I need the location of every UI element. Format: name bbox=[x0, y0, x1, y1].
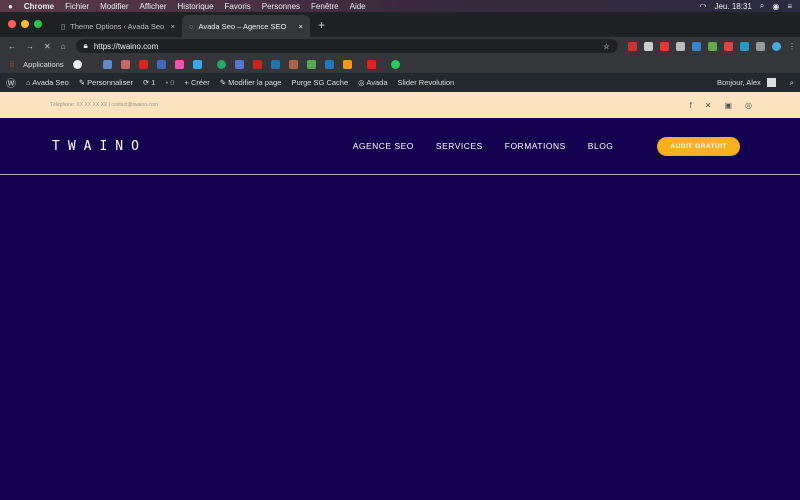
minimize-window-button[interactable] bbox=[21, 20, 29, 28]
bookmark-icon[interactable] bbox=[216, 59, 226, 69]
pencil-icon: ✎ bbox=[219, 78, 229, 87]
menu-app[interactable]: Chrome bbox=[24, 2, 54, 11]
bookmark-icon[interactable] bbox=[366, 59, 376, 69]
close-tab-icon[interactable]: × bbox=[171, 22, 175, 31]
extension-icon[interactable] bbox=[676, 41, 685, 51]
close-tab-icon[interactable]: × bbox=[299, 22, 303, 31]
clock[interactable]: Jeu. 18:31 bbox=[714, 2, 751, 11]
bookmark-analytics[interactable] bbox=[342, 59, 352, 69]
audit-gratuit-button[interactable]: AUDIT GRATUIT bbox=[657, 136, 740, 156]
wifi-icon[interactable]: ◠ bbox=[700, 2, 707, 11]
wp-avada-link[interactable]: ◎ Avada bbox=[358, 78, 387, 87]
contact-info: Téléphone: XX XX XX XX | contact@twaino.… bbox=[50, 102, 158, 108]
bookmark-pinterest[interactable] bbox=[252, 59, 262, 69]
bookmark-mail[interactable] bbox=[102, 59, 112, 69]
wp-account-greeting[interactable]: Bonjour, Alex bbox=[717, 78, 761, 87]
wp-edit-page-link[interactable]: ✎ Modifier la page bbox=[220, 78, 282, 87]
bookmark-icon[interactable] bbox=[120, 59, 130, 69]
menu-personnes[interactable]: Personnes bbox=[262, 2, 300, 11]
wp-updates-link[interactable]: ⟳ 1 bbox=[143, 78, 156, 87]
extension-icon[interactable] bbox=[692, 41, 701, 51]
wp-new-link[interactable]: + Créer bbox=[184, 78, 209, 87]
wp-admin-bar: Ⓦ ⌂ Avada Seo ✎ Personnaliser ⟳ 1 ▪ 0 + … bbox=[0, 73, 800, 92]
avatar[interactable] bbox=[766, 78, 776, 87]
main-nav: AGENCE SEO SERVICES FORMATIONS BLOG AUDI… bbox=[353, 136, 748, 156]
page-icon: ▯ bbox=[61, 21, 66, 31]
nav-blog[interactable]: BLOG bbox=[588, 141, 614, 151]
search-icon[interactable]: ⌕ bbox=[790, 78, 794, 88]
site-logo[interactable]: TWAINO bbox=[52, 139, 147, 154]
bookmark-instagram[interactable] bbox=[174, 59, 184, 69]
extension-icon[interactable] bbox=[660, 41, 669, 51]
bookmark-icon[interactable] bbox=[234, 59, 244, 69]
wordpress-icon[interactable]: Ⓦ bbox=[6, 75, 16, 90]
home-icon[interactable]: ⌂ bbox=[61, 42, 66, 51]
wp-slider-revolution-link[interactable]: Slider Revolution bbox=[398, 78, 455, 87]
tab-theme-options[interactable]: ▯ Theme Options ‹ Avada Seo — × bbox=[54, 15, 182, 37]
wp-site-link[interactable]: ⌂ Avada Seo bbox=[26, 78, 69, 87]
bookmarks-bar: ⁞⁞ Applications bbox=[0, 55, 800, 73]
extension-icon[interactable] bbox=[628, 41, 637, 51]
bookmark-google[interactable] bbox=[72, 59, 82, 69]
menu-aide[interactable]: Aide bbox=[350, 2, 366, 11]
forward-icon[interactable]: → bbox=[26, 42, 34, 51]
bookmark-twitter[interactable] bbox=[192, 59, 202, 69]
nav-formations[interactable]: FORMATIONS bbox=[505, 141, 566, 151]
site-header: TWAINO AGENCE SEO SERVICES FORMATIONS BL… bbox=[0, 118, 800, 174]
header-divider bbox=[0, 174, 800, 175]
bookmark-youtube[interactable] bbox=[138, 59, 148, 69]
lock-icon: 🔒︎ bbox=[83, 41, 88, 50]
menu-fichier[interactable]: Fichier bbox=[65, 2, 89, 11]
bookmark-linkedin[interactable] bbox=[270, 59, 280, 69]
profile-avatar[interactable] bbox=[772, 41, 781, 51]
siri-icon[interactable]: ◉ bbox=[772, 2, 779, 11]
loading-icon: ◌ bbox=[189, 21, 194, 31]
tab-avada-seo[interactable]: ◌ Avada Seo – Agence SEO × bbox=[182, 15, 310, 37]
youtube-icon[interactable]: ▣ bbox=[724, 101, 732, 110]
nav-services[interactable]: SERVICES bbox=[436, 141, 483, 151]
site-topbar: Téléphone: XX XX XX XX | contact@twaino.… bbox=[0, 92, 800, 118]
nav-agence-seo[interactable]: AGENCE SEO bbox=[353, 141, 414, 151]
macos-menubar: ● Chrome Fichier Modifier Afficher Histo… bbox=[0, 0, 800, 12]
menu-historique[interactable]: Historique bbox=[178, 2, 214, 11]
extension-icon[interactable] bbox=[756, 41, 765, 51]
extension-icon[interactable] bbox=[740, 41, 749, 51]
bookmark-facebook[interactable] bbox=[156, 59, 166, 69]
extensions: ⋮ bbox=[628, 41, 796, 51]
menu-favoris[interactable]: Favoris bbox=[225, 2, 251, 11]
bookmark-applications[interactable]: Applications bbox=[23, 60, 63, 69]
facebook-icon[interactable]: f bbox=[690, 101, 692, 110]
notification-icon[interactable]: ≡ bbox=[787, 2, 792, 11]
bookmark-whatsapp[interactable] bbox=[390, 59, 400, 69]
close-window-button[interactable] bbox=[8, 20, 16, 28]
more-menu-icon[interactable]: ⋮ bbox=[788, 42, 796, 51]
wp-purge-cache-link[interactable]: Purge SG Cache bbox=[291, 78, 348, 87]
bookmark-icon[interactable] bbox=[288, 59, 298, 69]
extension-icon[interactable] bbox=[724, 41, 733, 51]
apple-icon[interactable]: ● bbox=[8, 2, 13, 11]
apps-icon: ⁞⁞ bbox=[10, 59, 15, 69]
url-input[interactable]: 🔒︎ https://twaino.com ☆ bbox=[75, 39, 618, 53]
extension-icon[interactable] bbox=[708, 41, 717, 51]
bookmark-star-icon[interactable]: ☆ bbox=[603, 42, 610, 51]
wp-comments-link[interactable]: ▪ 0 bbox=[166, 78, 175, 87]
zoom-window-button[interactable] bbox=[34, 20, 42, 28]
stop-icon[interactable]: ✕ bbox=[44, 42, 51, 51]
tab-bar: ▯ Theme Options ‹ Avada Seo — × ◌ Avada Seo… bbox=[0, 12, 800, 37]
menu-afficher[interactable]: Afficher bbox=[140, 2, 167, 11]
extension-icon[interactable] bbox=[644, 41, 653, 51]
new-tab-button[interactable]: + bbox=[318, 18, 325, 32]
wp-customize-link[interactable]: ✎ Personnaliser bbox=[79, 78, 133, 87]
address-toolbar: ← → ✕ ⌂ 🔒︎ https://twaino.com ☆ ⋮ bbox=[0, 37, 800, 55]
twitter-icon[interactable]: ✕ bbox=[705, 101, 712, 110]
bookmark-icon[interactable] bbox=[306, 59, 316, 69]
brush-icon: ✎ bbox=[78, 78, 88, 87]
instagram-icon[interactable]: ◎ bbox=[745, 101, 752, 110]
search-icon[interactable]: ⌕ bbox=[760, 1, 764, 11]
bookmark-trello[interactable] bbox=[324, 59, 334, 69]
back-icon[interactable]: ← bbox=[8, 42, 16, 51]
menu-fenetre[interactable]: Fenêtre bbox=[311, 2, 339, 11]
menu-modifier[interactable]: Modifier bbox=[100, 2, 128, 11]
